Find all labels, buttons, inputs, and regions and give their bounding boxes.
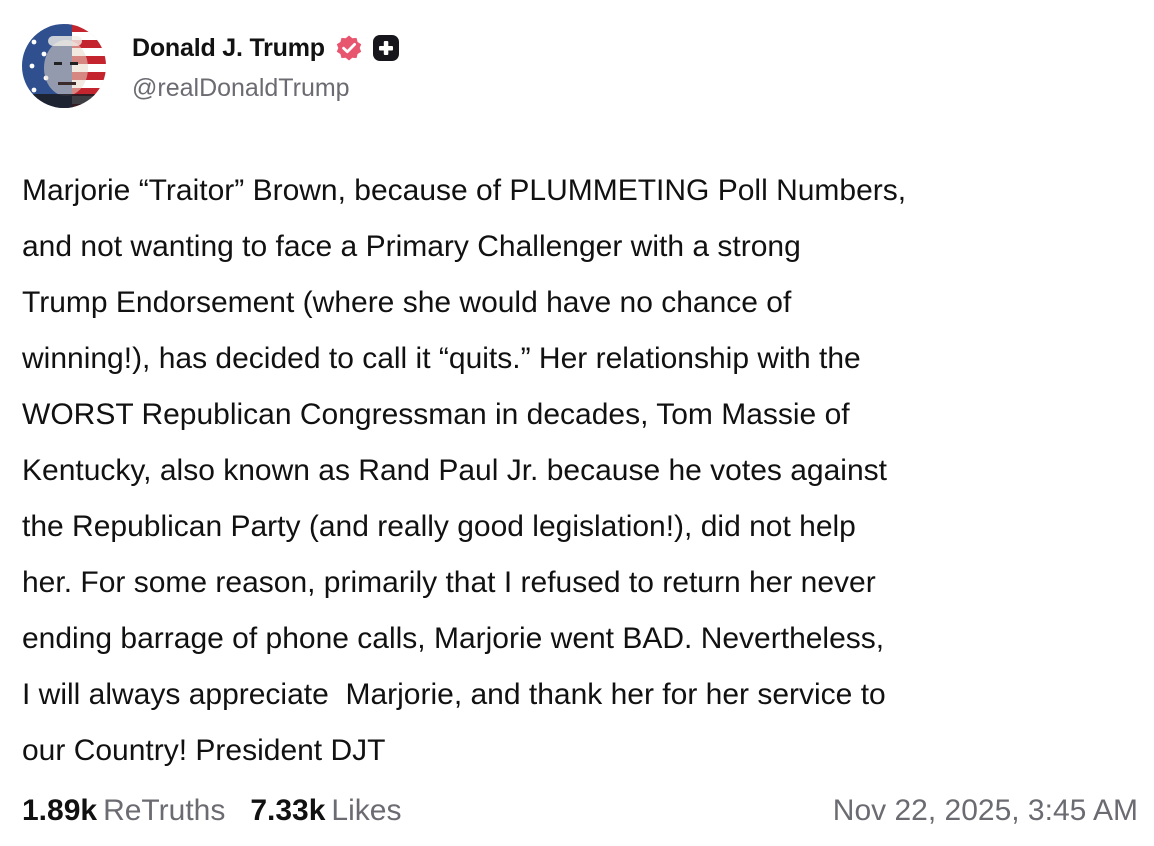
post-text-line: the Republican Party (and really good le… (22, 510, 856, 543)
likes-label: Likes (331, 794, 402, 827)
post-header: Donald J. Trump @realDonaldTrump (22, 24, 1122, 110)
retruths-label: ReTruths (103, 794, 226, 827)
avatar-image (22, 24, 106, 108)
post-text-line: Marjorie “Traitor” Brown, because of PLU… (22, 174, 907, 207)
avatar[interactable] (22, 24, 106, 108)
likes-count: 7.33k (250, 794, 326, 827)
post-text-line: ending barrage of phone calls, Marjorie … (22, 622, 885, 655)
verified-badge-icon (335, 34, 363, 62)
post-text-line: Kentucky, also known as Rand Paul Jr. be… (22, 454, 887, 487)
post-text-line: winning!), has decided to call it “quits… (22, 342, 861, 375)
post-text-line: I will always appreciate Marjorie, and t… (22, 678, 886, 711)
post-body: Marjorie “Traitor” Brown, because of PLU… (22, 163, 1147, 779)
retruths-stat[interactable]: 1.89k ReTruths (22, 794, 225, 828)
user-handle[interactable]: @realDonaldTrump (132, 74, 350, 103)
name-row: Donald J. Trump (132, 31, 400, 65)
plus-badge-icon (372, 34, 400, 62)
engagement-stats: 1.89k ReTruths 7.33k Likes (22, 794, 401, 828)
post-text-line: and not wanting to face a Primary Challe… (22, 230, 801, 263)
retruths-count: 1.89k (22, 794, 98, 827)
post-text-line: Trump Endorsement (where she would have … (22, 286, 792, 319)
post-text-line: WORST Republican Congressman in decades,… (22, 398, 850, 431)
post-footer: 1.89k ReTruths 7.33k Likes Nov 22, 2025, 3… (22, 790, 1138, 840)
display-name[interactable]: Donald J. Trump (132, 34, 325, 63)
post-timestamp[interactable]: Nov 22, 2025, 3:45 AM (833, 794, 1138, 828)
post-text-line: her. For some reason, primarily that I r… (22, 566, 876, 599)
likes-stat[interactable]: 7.33k Likes (250, 794, 401, 828)
post-text-line: our Country! President DJT (22, 734, 386, 767)
